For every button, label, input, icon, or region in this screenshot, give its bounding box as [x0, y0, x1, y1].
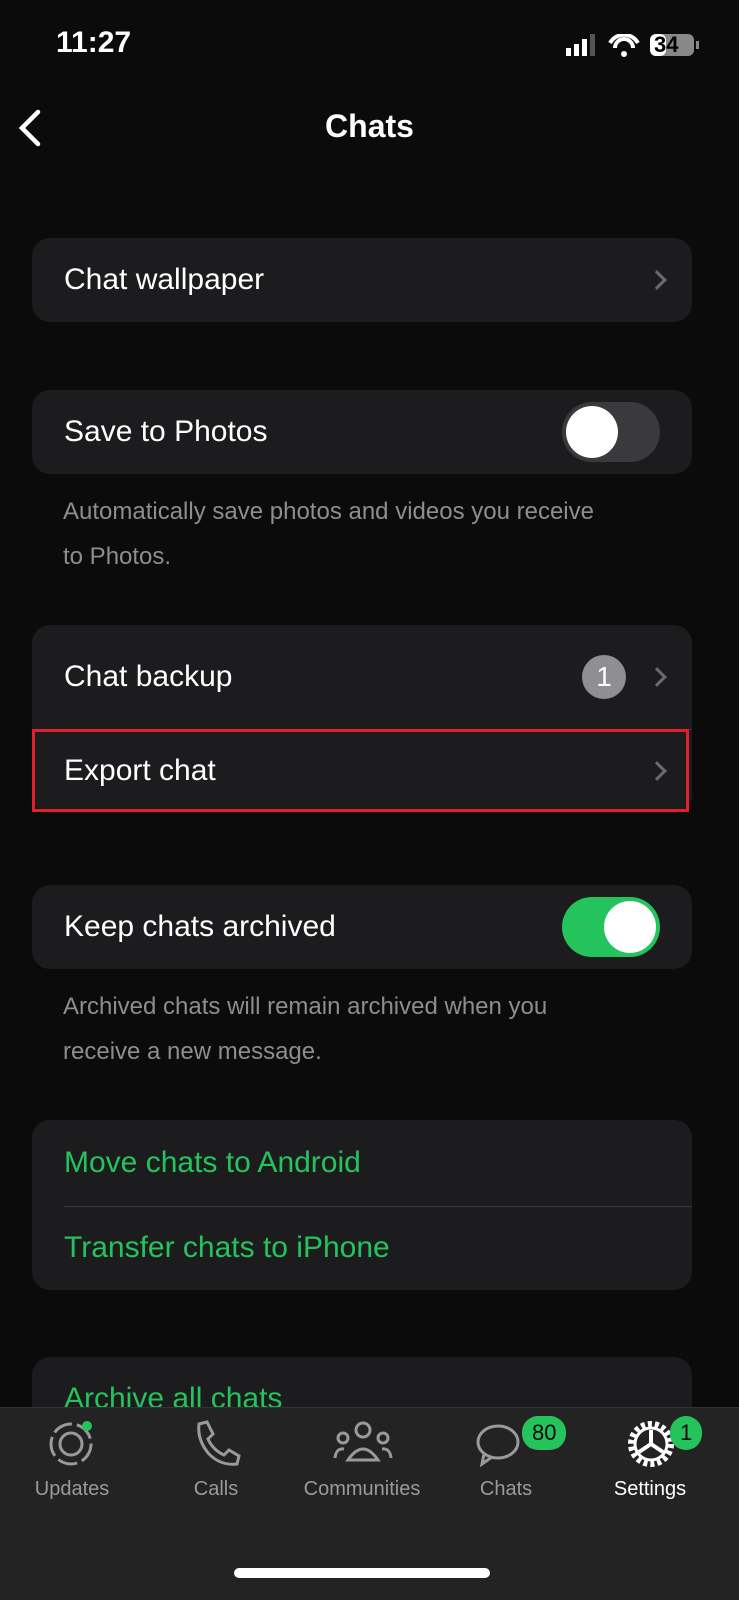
- transfer-to-iphone-link[interactable]: Transfer chats to iPhone: [32, 1206, 692, 1290]
- page-title: Chats: [325, 108, 414, 144]
- tab-label: Communities: [303, 1478, 421, 1500]
- footnote-line: to Photos.: [63, 543, 172, 570]
- move-to-android-link[interactable]: Move chats to Android: [32, 1120, 692, 1206]
- keep-archived-toggle[interactable]: [562, 897, 660, 957]
- tab-label: Settings: [613, 1478, 687, 1500]
- footnote-line: receive a new message.: [63, 1038, 322, 1065]
- tab-label: Chats: [479, 1478, 533, 1500]
- save-to-photos-footnote: Automatically save photos and videos you…: [63, 489, 683, 579]
- tab-label: Updates: [34, 1478, 110, 1500]
- save-to-photos-row: Save to Photos: [32, 390, 692, 474]
- chat-backup-badge: 1: [582, 655, 626, 699]
- home-indicator[interactable]: [234, 1568, 490, 1578]
- chat-wallpaper-label: Chat wallpaper: [64, 263, 265, 296]
- keep-archived-footnote: Archived chats will remain archived when…: [63, 984, 683, 1074]
- footnote-line: Archived chats will remain archived when…: [63, 993, 548, 1020]
- chevron-right-icon: [647, 667, 667, 687]
- keep-archived-label: Keep chats archived: [64, 910, 336, 943]
- communities-icon: [333, 1421, 393, 1462]
- settings-badge: 1: [670, 1416, 703, 1450]
- chat-backup-row[interactable]: Chat backup 1: [32, 625, 692, 729]
- status-icons: 34: [566, 32, 706, 58]
- phone-icon: [197, 1420, 241, 1466]
- highlight-box: [32, 729, 689, 812]
- signal-wifi-icon: [566, 32, 699, 57]
- save-to-photos-toggle[interactable]: [562, 402, 660, 462]
- battery-level: 34: [654, 32, 679, 57]
- chevron-right-icon: [647, 270, 667, 290]
- footnote-line: Automatically save photos and videos you…: [63, 498, 594, 525]
- tab-label: Calls: [193, 1478, 239, 1500]
- transfer-group: Move chats to Android Transfer chats to …: [32, 1120, 692, 1290]
- chat-wallpaper-row[interactable]: Chat wallpaper: [32, 238, 692, 322]
- keep-archived-row: Keep chats archived: [32, 885, 692, 969]
- chats-badge: 80: [522, 1416, 567, 1450]
- chat-backup-label: Chat backup: [64, 660, 233, 693]
- status-time: 11:27: [56, 26, 132, 59]
- updates-icon: [49, 1421, 93, 1466]
- save-to-photos-label: Save to Photos: [64, 415, 268, 448]
- gear-icon: [628, 1421, 674, 1467]
